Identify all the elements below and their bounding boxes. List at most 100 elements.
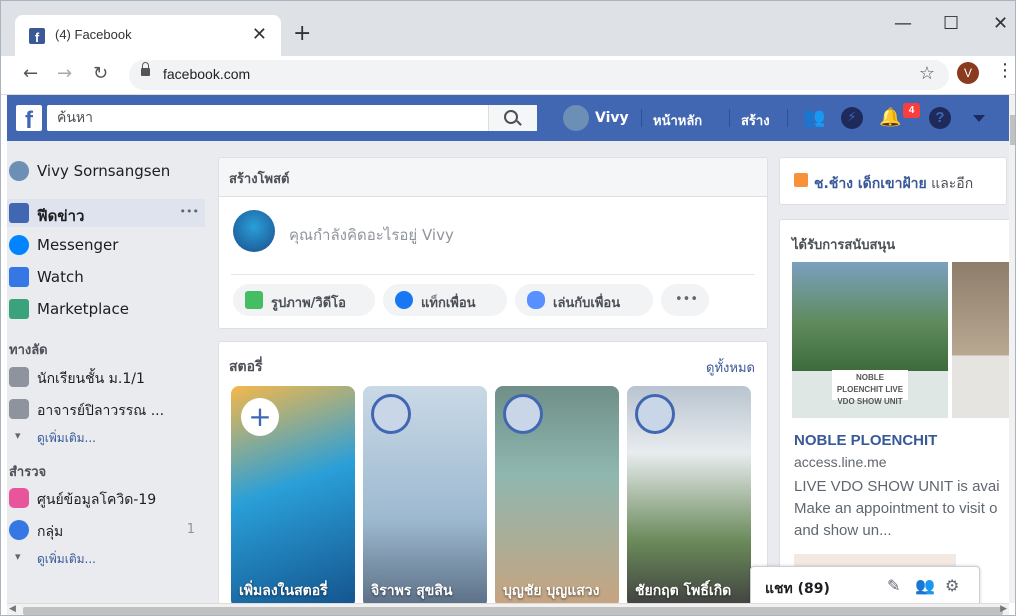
horizontal-scrollbar[interactable]: ◀ ▶ (7, 603, 1009, 615)
stories-title: สตอรี่ (229, 359, 263, 375)
ad-image-secondary[interactable] (952, 262, 1009, 418)
sidebar-item-news-feed[interactable]: ฟีดข่าว ••• (7, 199, 205, 227)
stories-see-all-link[interactable]: ดูทั้งหมด (706, 357, 755, 378)
new-group-icon[interactable]: 👥 (915, 576, 935, 595)
more-options-icon[interactable]: ••• (180, 205, 199, 218)
sidebar-item-label: Messenger (37, 236, 119, 254)
search-button[interactable] (488, 105, 537, 131)
tab-close-icon[interactable]: ✕ (252, 24, 267, 45)
more-icon: ••• (675, 292, 699, 307)
sidebar-shortcut[interactable]: นักเรียนชั้น ม.1/1 (7, 363, 207, 391)
divider (641, 109, 642, 127)
sidebar-profile[interactable]: Vivy Sornsangsen (7, 157, 207, 185)
divider (231, 274, 755, 275)
settings-icon[interactable]: ⚙ (945, 576, 959, 595)
nav-create[interactable]: สร้าง (741, 110, 770, 131)
new-tab-button[interactable]: + (293, 21, 311, 46)
birthday-suffix: และอีก (926, 176, 974, 192)
explore-see-more-link[interactable]: ดูเพิ่มเติม... (15, 550, 96, 569)
tab-title: (4) Facebook (55, 27, 132, 42)
ad-text-line: LIVE VDO SHOW UNIT is avai (794, 478, 1000, 495)
tab-bar: f (4) Facebook ✕ + — ☐ ✕ (1, 1, 1015, 57)
photo-video-icon (245, 291, 263, 309)
more-actions-button[interactable]: ••• (661, 284, 709, 316)
reload-icon[interactable]: ↻ (93, 63, 108, 84)
news-feed-icon (9, 203, 29, 223)
browser-tab[interactable]: f (4) Facebook ✕ (15, 15, 281, 57)
add-story-card[interactable]: + เพิ่มลงในสตอรี่ (231, 386, 355, 603)
ad-text-line: and show un... (794, 522, 892, 539)
compose-icon[interactable]: ✎ (887, 576, 900, 595)
address-bar[interactable]: facebook.com ☆ (129, 60, 949, 90)
covid-info-icon (9, 488, 29, 508)
shortcut-label: อาจารย์ปิลาวรรณ ... (37, 403, 165, 419)
group-icon (9, 399, 29, 419)
minimize-button[interactable]: — (894, 13, 912, 34)
tag-friends-button[interactable]: แท็กเพื่อน (383, 284, 507, 316)
back-arrow-icon[interactable]: ← (23, 63, 38, 84)
explore-label: ศูนย์ข้อมูลโควิด-19 (37, 492, 157, 508)
help-icon[interactable]: ? (929, 107, 951, 129)
sidebar-item-label: Marketplace (37, 300, 129, 318)
sidebar-explore-groups[interactable]: กลุ่ม 1 (7, 516, 207, 544)
story-card[interactable]: ชัยกฤต โพธิ์เกิด (627, 386, 751, 603)
chat-bar[interactable]: แชท (89) ✎ 👥 ⚙ (750, 566, 980, 608)
header-avatar (563, 105, 589, 131)
sidebar-item-messenger[interactable]: Messenger (7, 231, 207, 259)
sidebar-item-marketplace[interactable]: Marketplace (7, 295, 207, 323)
sidebar-item-watch[interactable]: Watch (7, 263, 207, 291)
sidebar-explore-covid[interactable]: ศูนย์ข้อมูลโควิด-19 (7, 484, 207, 512)
url-text: facebook.com (163, 66, 251, 82)
composer-input[interactable]: คุณกำลังคิดอะไรอยู่ Vivy (289, 223, 454, 247)
profile-avatar[interactable]: V (957, 62, 979, 84)
browser-menu-icon[interactable]: ⋮ (996, 60, 1014, 81)
sidebar-item-label: Watch (37, 268, 84, 286)
messenger-icon[interactable]: ⚡ (841, 107, 863, 129)
action-label: รูปภาพ/วิดีโอ (271, 296, 346, 311)
scroll-left-arrow-icon[interactable]: ◀ (9, 604, 16, 614)
vertical-scrollbar[interactable] (1009, 95, 1015, 603)
stories-section: สตอรี่ ดูทั้งหมด + เพิ่มลงในสตอรี่ จิราพ… (218, 341, 768, 603)
story-avatar (635, 394, 675, 434)
ad-name[interactable]: NOBLE PLOENCHIT (794, 432, 937, 449)
story-card[interactable]: จิราพร สุขสิน (363, 386, 487, 603)
facebook-logo-icon[interactable]: f (16, 105, 42, 134)
sponsored-title: ได้รับการสนับสนุน (792, 238, 896, 253)
scroll-right-arrow-icon[interactable]: ▶ (1000, 604, 1007, 614)
friend-requests-icon[interactable]: 👥 (803, 107, 825, 129)
search-box (47, 105, 537, 131)
play-with-friends-button[interactable]: เล่นกับเพื่อน (515, 284, 653, 316)
scrollbar-thumb[interactable] (1010, 115, 1015, 145)
lock-icon (141, 62, 150, 76)
account-menu-caret-icon[interactable] (973, 115, 985, 122)
search-input[interactable] (47, 105, 507, 131)
add-story-plus-icon[interactable]: + (241, 398, 279, 436)
nav-home[interactable]: หน้าหลัก (653, 110, 702, 131)
ad-text-line: Make an appointment to visit o (794, 500, 998, 517)
search-icon (504, 110, 518, 124)
maximize-button[interactable]: ☐ (943, 13, 959, 34)
groups-count: 1 (186, 522, 195, 537)
notifications-bell-icon[interactable]: 🔔 (879, 107, 901, 129)
forward-arrow-icon[interactable]: → (57, 63, 72, 84)
scrollbar-thumb[interactable] (23, 607, 1003, 615)
action-label: แท็กเพื่อน (421, 296, 476, 311)
watch-icon (9, 267, 29, 287)
composer-title: สร้างโพสต์ (229, 172, 290, 187)
bookmark-star-icon[interactable]: ☆ (919, 63, 935, 84)
birthday-name[interactable]: ช.ช้าง เด็กเขาฝ้าย (814, 176, 927, 192)
group-icon (9, 367, 29, 387)
divider (729, 109, 730, 127)
shortcuts-header: ทางลัด (9, 343, 48, 358)
close-window-button[interactable]: ✕ (993, 13, 1008, 34)
chat-label: แชท (89) (765, 581, 830, 597)
story-card[interactable]: บุญชัย บุญแสวง (495, 386, 619, 603)
story-caption: ชัยกฤต โพธิ์เกิด (635, 583, 732, 599)
shortcuts-see-more-link[interactable]: ดูเพิ่มเติม... (15, 429, 96, 448)
sidebar-shortcut[interactable]: อาจารย์ปิลาวรรณ ... (7, 395, 207, 423)
story-avatar (503, 394, 543, 434)
browser-toolbar: ← → ↻ facebook.com ☆ V ⋮ (1, 56, 1015, 95)
photo-video-button[interactable]: รูปภาพ/วิดีโอ (233, 284, 375, 316)
birthdays-card[interactable]: ช.ช้าง เด็กเขาฝ้าย และอีก (779, 157, 1007, 205)
ad-image[interactable]: NOBLE PLOENCHIT LIVE VDO SHOW UNIT (792, 262, 948, 418)
